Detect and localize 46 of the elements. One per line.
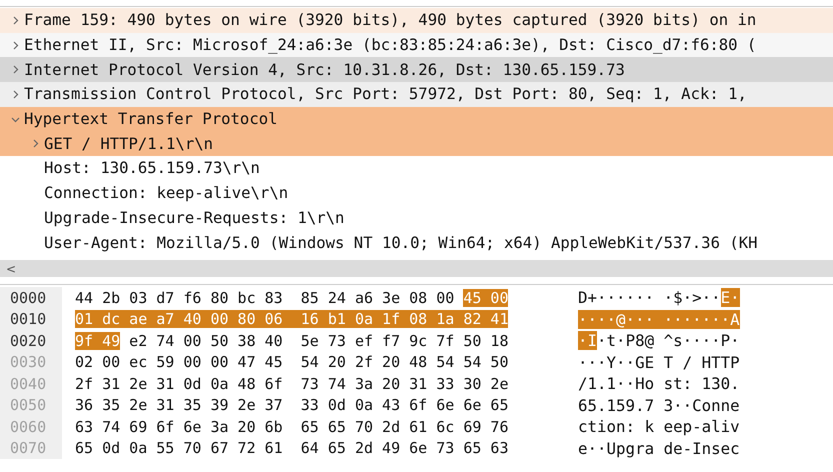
offset-label: 0070 <box>0 438 62 459</box>
tree-item-label: User-Agent: Mozilla/5.0 (Windows NT 10.0; Win64; x64) AppleWebKit/537.36 (KH <box>44 234 758 252</box>
chevron-right-icon[interactable] <box>10 40 20 50</box>
tree-item-label: GET / HTTP/1.1\r\n <box>44 134 213 153</box>
chevron-right-icon[interactable] <box>10 65 20 74</box>
hex-bytes[interactable]: 44 2b 03 d7 f6 80 bc 83 85 24 a6 3e 08 00 <box>75 288 464 307</box>
chevron-right-icon[interactable] <box>10 16 20 25</box>
tree-item-label: Transmission Control Protocol, Src Port: 57972, Dst Port: 80, Seq: 1, Ack: 1, <box>24 85 747 104</box>
tree-item-label: Internet Protocol Version 4, Src: 10.31.8.26, Dst: 130.65.159.73 <box>24 60 625 79</box>
tree-item-label: Frame 159: 490 bytes on wire (3920 bits), 490 bytes captured (3920 bits) on in <box>24 11 756 30</box>
scroll-left-button[interactable]: < <box>0 262 22 276</box>
ascii-text[interactable]: e··Upgra de-Insec <box>578 438 740 458</box>
offset-label: 0010 <box>0 308 62 330</box>
hex-bytes[interactable]: e2 74 00 50 38 40 5e 73 ef f7 9c 7f 50 18 <box>120 332 508 350</box>
hex-bytes[interactable]: 63 74 69 6f 6e 3a 20 6b 65 65 70 2d 61 6c 69 76 <box>75 418 508 436</box>
chevron-right-icon[interactable] <box>10 90 20 99</box>
offset-label: 0000 <box>0 287 62 308</box>
offset-label: 0040 <box>0 373 62 394</box>
tree-item-label: Upgrade-Insecure-Requests: 1\r\n <box>44 208 344 227</box>
tree-row[interactable]: Hypertext Transfer Protocol <box>0 106 833 132</box>
tree-row[interactable]: Frame 159: 490 bytes on wire (3920 bits), 490 bytes captured (3920 bits) on in <box>0 8 833 33</box>
tree-item-label: Host: 130.65.159.73\r\n <box>44 159 260 178</box>
offset-label: 0020 <box>0 330 62 352</box>
ascii-text[interactable]: /1.1··Ho st: 130. <box>578 374 740 394</box>
chevron-right-icon[interactable] <box>30 139 40 148</box>
offset-label: 0050 <box>0 394 62 416</box>
ascii-text[interactable]: ···Y··GE T / HTTP <box>578 352 740 372</box>
tree-item-label: Ethernet II, Src: Microsof_24:a6:3e (bc:83:85:24:a6:3e), Dst: Cisco_d7:f6:80 ( <box>24 36 756 54</box>
hex-bytes[interactable]: 02 00 ec 59 00 00 47 45 54 20 2f 20 48 54 54 50 <box>75 353 508 372</box>
offset-label: 0030 <box>0 352 62 373</box>
tree-row[interactable]: Ethernet II, Src: Microsof_24:a6:3e (bc:83:85:24:a6:3e), Dst: Cisco_d7:f6:80 ( <box>0 32 833 58</box>
tree-row[interactable]: Internet Protocol Version 4, Src: 10.31.8.26, Dst: 130.65.159.73 <box>0 57 833 82</box>
tree-row[interactable]: GET / HTTP/1.1\r\n <box>0 131 833 156</box>
ascii-text[interactable]: 65.159.7 3··Conne <box>578 396 740 415</box>
hex-bytes[interactable]: 2f 31 2e 31 0d 0a 48 6f 73 74 3a 20 31 33 30 2e <box>75 374 508 393</box>
tree-item-label: Connection: keep-alive\r\n <box>44 184 288 202</box>
ascii-text[interactable]: D+······ ·$·>·· <box>578 288 721 308</box>
ascii-text[interactable]: ·t·P8@ ^s····P· <box>597 331 740 350</box>
offset-label: 0060 <box>0 416 62 438</box>
ascii-text[interactable]: ction: k eep-aliv <box>578 417 740 436</box>
hex-bytes[interactable]: 36 35 2e 31 35 39 2e 37 33 0d 0a 43 6f 6e 6e 65 <box>75 396 508 414</box>
tree-item-label: Hypertext Transfer Protocol <box>24 110 278 128</box>
tree-row[interactable]: Transmission Control Protocol, Src Port: 57972, Dst Port: 80, Seq: 1, Ack: 1, <box>0 82 833 107</box>
horizontal-scrollbar[interactable]: < <box>0 260 833 277</box>
hex-bytes[interactable]: 65 0d 0a 55 70 67 72 61 64 65 2d 49 6e 73 65 63 <box>75 439 508 458</box>
chevron-down-icon[interactable] <box>10 114 20 124</box>
